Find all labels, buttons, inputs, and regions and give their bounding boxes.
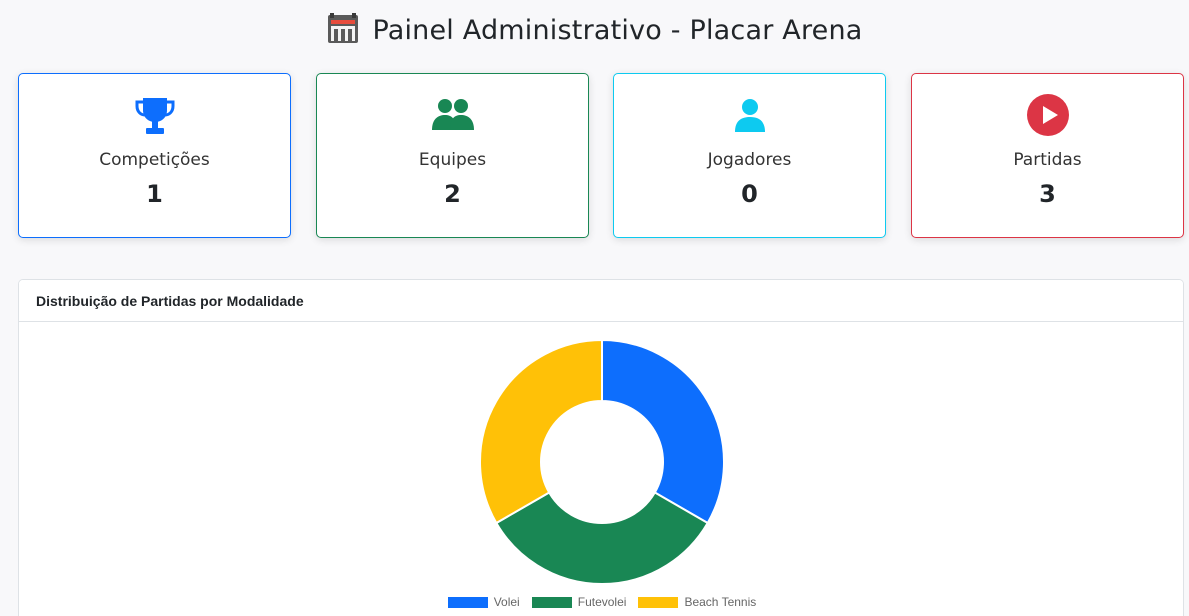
donut-chart <box>479 338 725 585</box>
legend-swatch <box>447 596 488 608</box>
chart-card-title: Distribuição de Partidas por Modalidade <box>19 280 1183 322</box>
legend-label: Beach Tennis <box>684 595 757 609</box>
stat-value: 0 <box>741 180 758 208</box>
chart-legend: Volei Futevolei Beach Tennis <box>19 595 1183 609</box>
stat-label: Partidas <box>1013 150 1082 170</box>
donut-slice-futevolei[interactable] <box>494 491 710 585</box>
stat-label: Jogadores <box>707 150 792 170</box>
legend-item-beach-tennis[interactable]: Beach Tennis <box>638 595 756 609</box>
legend-item-futevolei[interactable]: Futevolei <box>531 595 627 609</box>
stat-card-jogadores[interactable]: Jogadores 0 <box>613 73 886 238</box>
donut-slice-volei[interactable] <box>601 338 725 525</box>
stat-value: 2 <box>444 180 461 208</box>
stat-label: Equipes <box>418 150 487 170</box>
page-header: Painel Administrativo - Placar Arena <box>0 8 1189 52</box>
legend-swatch <box>638 596 679 608</box>
users-icon <box>431 94 475 136</box>
stat-card-partidas[interactable]: Partidas 3 <box>911 73 1184 238</box>
stadium-icon <box>326 11 360 49</box>
play-circle-icon <box>1026 94 1069 136</box>
page-title: Painel Administrativo - Placar Arena <box>372 14 863 46</box>
chart-card: Distribuição de Partidas por Modalidade … <box>18 279 1184 616</box>
chart-area <box>19 323 1183 616</box>
stat-label: Competições <box>99 150 210 170</box>
stat-value: 1 <box>146 180 163 208</box>
stat-value: 3 <box>1039 180 1056 208</box>
stat-card-equipes[interactable]: Equipes 2 <box>316 73 589 238</box>
legend-swatch <box>531 596 572 608</box>
trophy-icon <box>134 94 176 136</box>
legend-label: Volei <box>493 595 520 609</box>
stat-card-competicoes[interactable]: Competições 1 <box>18 73 291 238</box>
legend-label: Futevolei <box>577 595 627 609</box>
legend-item-volei[interactable]: Volei <box>447 595 520 609</box>
user-icon <box>732 94 768 136</box>
donut-slice-beach-tennis[interactable] <box>479 338 603 525</box>
